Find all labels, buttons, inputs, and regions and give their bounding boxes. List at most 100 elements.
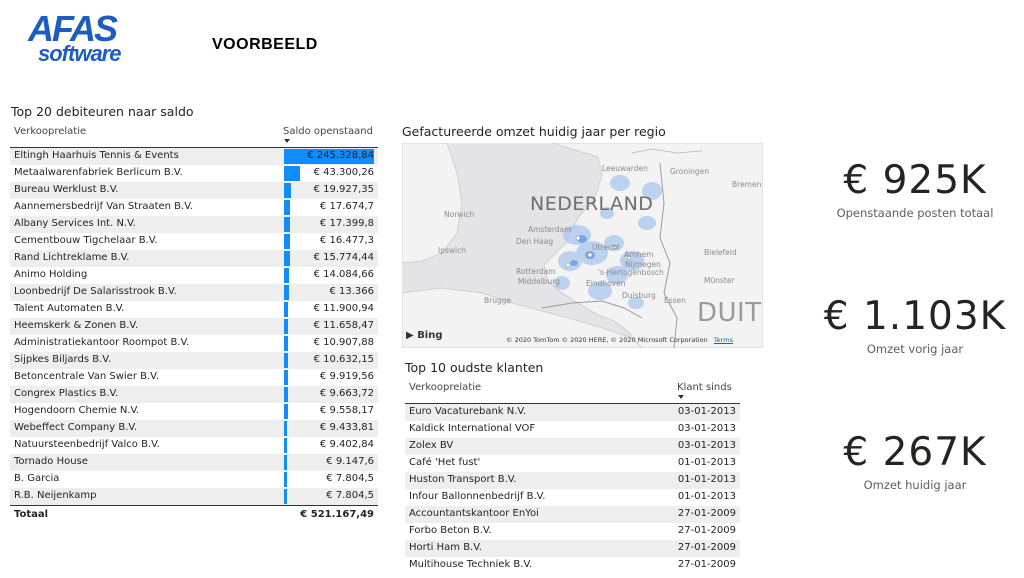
table-row[interactable]: Huston Transport B.V. 01-01-2013 xyxy=(405,472,740,489)
bing-logo: ▶ Bing xyxy=(406,330,443,341)
map-place-label: Arnhem xyxy=(624,250,654,259)
debtor-balance: € 10.632,15 xyxy=(313,354,374,365)
table-row[interactable]: Administratiekantoor Roompot B.V. € 10.90… xyxy=(10,335,378,352)
map-title: Gefactureerde omzet huidig jaar per regi… xyxy=(402,124,666,139)
map-place-label: Brugge xyxy=(484,296,512,305)
table-row[interactable]: Betoncentrale Van Swier B.V. € 9.919,56 xyxy=(10,369,378,386)
customer-since-date: 01-01-2013 xyxy=(677,457,736,468)
debtor-name: Heemskerk & Zonen B.V. xyxy=(14,320,139,331)
column-header-customer-since[interactable]: Klant sinds xyxy=(677,382,732,393)
table-row[interactable]: Infour Ballonnenbedrijf B.V. 01-01-2013 xyxy=(405,489,740,506)
map-place-label: 's-Hertogenbosch xyxy=(598,268,664,277)
total-value: € 521.167,49 xyxy=(300,509,374,520)
customer-name: Kaldick International VOF xyxy=(409,423,536,434)
data-bar xyxy=(284,200,291,215)
table-row[interactable]: Albany Services Int. N.V. € 17.399,8 xyxy=(10,216,378,233)
table-row[interactable]: Multihouse Techniek B.V. 27-01-2009 xyxy=(405,557,740,574)
kpi-card-revenue-this-year: € 267K Omzet huidig jaar xyxy=(800,430,1024,492)
debtor-name: Rand Lichtreklame B.V. xyxy=(14,252,130,263)
table-row[interactable]: Aannemersbedrijf Van Straaten B.V. € 17.6… xyxy=(10,199,378,216)
customer-since-date: 01-01-2013 xyxy=(677,491,736,502)
region-map[interactable]: Leeuwarden Groningen Bremen Norwich Amst… xyxy=(402,143,763,348)
data-bar xyxy=(284,285,289,300)
sort-descending-icon xyxy=(678,395,684,399)
customers-table-header: Verkooprelatie Klant sinds xyxy=(405,378,740,404)
column-header-name[interactable]: Verkooprelatie xyxy=(14,126,86,137)
table-row[interactable]: Horti Ham B.V. 27-01-2009 xyxy=(405,540,740,557)
debtor-balance: € 16.477,3 xyxy=(319,235,374,246)
table-row[interactable]: Eltingh Haarhuis Tennis & Events € 245.32… xyxy=(10,148,378,165)
terms-link[interactable]: Terms xyxy=(714,336,733,344)
data-bar xyxy=(284,370,288,385)
debtors-table-body: Eltingh Haarhuis Tennis & Events € 245.32… xyxy=(10,148,378,505)
debtor-balance: € 9.919,56 xyxy=(319,371,374,382)
column-header-name[interactable]: Verkooprelatie xyxy=(409,382,481,393)
debtor-name: Loonbedrijf De Salarisstrook B.V. xyxy=(14,286,177,297)
debtor-name: Cementbouw Tigchelaar B.V. xyxy=(14,235,158,246)
customer-since-date: 03-01-2013 xyxy=(677,406,736,417)
table-row[interactable]: B. Garcia € 7.804,5 xyxy=(10,471,378,488)
table-row[interactable]: Natuursteenbedrijf Valco B.V. € 9.402,84 xyxy=(10,437,378,454)
bing-label: Bing xyxy=(417,330,443,341)
debtors-title: Top 20 debiteuren naar saldo xyxy=(11,104,194,119)
table-row[interactable]: Zolex BV 03-01-2013 xyxy=(405,438,740,455)
table-row[interactable]: Heemskerk & Zonen B.V. € 11.658,47 xyxy=(10,318,378,335)
table-row[interactable]: Euro Vacaturebank N.V. 03-01-2013 xyxy=(405,404,740,421)
map-place-label: Leeuwarden xyxy=(602,164,648,173)
customer-name: Horti Ham B.V. xyxy=(409,542,482,553)
data-bar xyxy=(284,302,289,317)
table-row[interactable]: Talent Automaten B.V. € 11.900,94 xyxy=(10,301,378,318)
debtor-name: Sijpkes Biljards B.V. xyxy=(14,354,111,365)
debtor-name: Webeffect Company B.V. xyxy=(14,422,138,433)
bing-icon: ▶ xyxy=(406,330,414,341)
data-bar xyxy=(284,336,288,351)
table-row[interactable]: Sijpkes Biljards B.V. € 10.632,15 xyxy=(10,352,378,369)
column-header-balance[interactable]: Saldo openstaand xyxy=(283,126,373,137)
kpi-label: Omzet vorig jaar xyxy=(866,342,964,356)
map-place-label: Den Haag xyxy=(516,237,554,246)
debtor-name: Administratiekantoor Roompot B.V. xyxy=(14,337,190,348)
table-row[interactable]: Congrex Plastics B.V. € 9.663,72 xyxy=(10,386,378,403)
debtor-name: B. Garcia xyxy=(14,473,60,484)
debtor-name: Metaalwarenfabriek Berlicum B.V. xyxy=(14,167,183,178)
debtors-table: Verkooprelatie Saldo openstaand Eltingh … xyxy=(10,122,378,523)
customer-since-date: 03-01-2013 xyxy=(677,423,736,434)
data-bar xyxy=(284,421,288,436)
table-row[interactable]: Accountantskantoor EnYoi 27-01-2009 xyxy=(405,506,740,523)
debtor-name: Talent Automaten B.V. xyxy=(14,303,125,314)
debtor-name: Betoncentrale Van Swier B.V. xyxy=(14,371,159,382)
table-row[interactable]: Forbo Beton B.V. 27-01-2009 xyxy=(405,523,740,540)
table-row[interactable]: R.B. Neijenkamp € 7.804,5 xyxy=(10,488,378,505)
customer-name: Café 'Het fust' xyxy=(409,457,481,468)
data-bar xyxy=(284,166,300,181)
debtors-total-row: Totaal € 521.167,49 xyxy=(10,505,378,523)
map-place-label: Middelburg xyxy=(518,277,561,286)
table-row[interactable]: Hogendoorn Chemie N.V. € 9.558,17 xyxy=(10,403,378,420)
debtor-name: Albany Services Int. N.V. xyxy=(14,218,136,229)
customers-table-body: Euro Vacaturebank N.V. 03-01-2013 Kaldick … xyxy=(405,404,740,574)
map-place-label: Amsterdam xyxy=(528,225,572,234)
table-row[interactable]: Bureau Werklust B.V. € 19.927,35 xyxy=(10,182,378,199)
table-row[interactable]: Loonbedrijf De Salarisstrook B.V. € 13.36… xyxy=(10,284,378,301)
customer-since-date: 27-01-2009 xyxy=(677,559,736,570)
total-label: Totaal xyxy=(14,509,49,520)
map-place-label: Bielefeld xyxy=(704,248,737,257)
map-place-label: Eindhoven xyxy=(586,279,626,288)
customer-name: Multihouse Techniek B.V. xyxy=(409,559,533,570)
debtor-balance: € 11.658,47 xyxy=(313,320,374,331)
kpi-label: Omzet huidig jaar xyxy=(863,478,967,492)
table-row[interactable]: Rand Lichtreklame B.V. € 15.774,44 xyxy=(10,250,378,267)
table-row[interactable]: Animo Holding € 14.084,66 xyxy=(10,267,378,284)
data-bar xyxy=(284,438,288,453)
map-place-label: Rotterdam xyxy=(516,267,556,276)
table-row[interactable]: Metaalwarenfabriek Berlicum B.V. € 43.300… xyxy=(10,165,378,182)
data-bar xyxy=(284,217,291,232)
table-row[interactable]: Tornado House € 9.147,6 xyxy=(10,454,378,471)
table-row[interactable]: Kaldick International VOF 03-01-2013 xyxy=(405,421,740,438)
map-place-label: Groningen xyxy=(670,167,710,176)
table-row[interactable]: Café 'Het fust' 01-01-2013 xyxy=(405,455,740,472)
table-row[interactable]: Webeffect Company B.V. € 9.433,81 xyxy=(10,420,378,437)
table-row[interactable]: Cementbouw Tigchelaar B.V. € 16.477,3 xyxy=(10,233,378,250)
customers-table: Verkooprelatie Klant sinds Euro Vacature… xyxy=(405,378,740,574)
debtor-balance: € 17.674,7 xyxy=(319,201,374,212)
